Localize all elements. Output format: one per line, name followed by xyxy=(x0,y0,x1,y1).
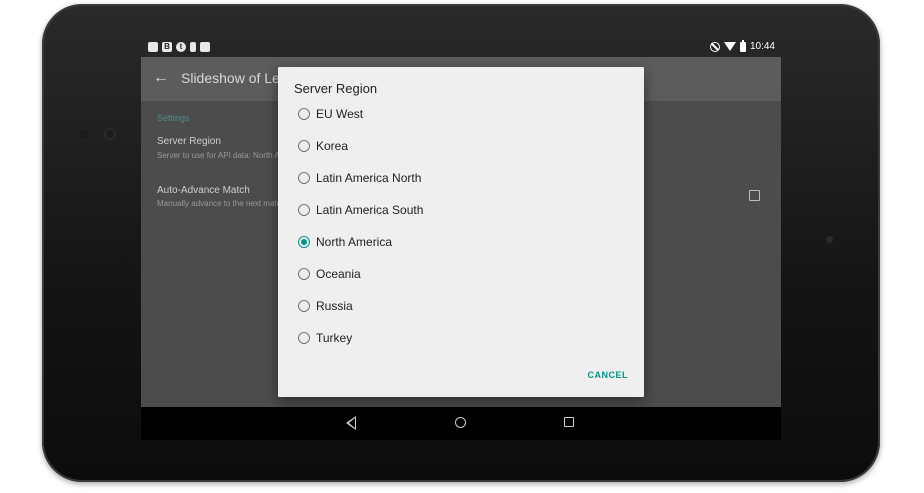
status-system-icons: 10:44 xyxy=(709,39,775,52)
region-option-label: EU West xyxy=(316,107,364,121)
status-notification-icons: B t xyxy=(148,42,210,52)
status-bar: B t 10:44 xyxy=(141,39,781,57)
light-sensor xyxy=(826,236,833,243)
nav-recents-icon[interactable] xyxy=(564,417,574,427)
dialog-title: Server Region xyxy=(294,81,378,96)
radio-button-selected[interactable] xyxy=(298,236,310,248)
server-region-dialog: Server Region EU West Korea Latin Americ… xyxy=(278,67,644,397)
radio-button[interactable] xyxy=(298,108,310,120)
region-option-korea[interactable]: Korea xyxy=(278,131,644,163)
region-option-latin-america-south[interactable]: Latin America South xyxy=(278,195,644,227)
region-option-turkey[interactable]: Turkey xyxy=(278,323,644,355)
region-option-label: Korea xyxy=(316,139,349,153)
radio-button[interactable] xyxy=(298,172,310,184)
front-sensor xyxy=(80,130,88,138)
do-not-disturb-icon xyxy=(709,41,720,52)
region-option-label: Latin America North xyxy=(316,171,422,185)
region-option-label: North America xyxy=(316,235,393,249)
region-option-eu-west[interactable]: EU West xyxy=(278,99,644,131)
region-option-label: Turkey xyxy=(316,331,353,345)
auto-advance-pref-title[interactable]: Auto-Advance Match xyxy=(157,185,250,196)
radio-button[interactable] xyxy=(298,268,310,280)
notification-icon xyxy=(148,42,158,52)
status-time: 10:44 xyxy=(749,41,775,52)
radio-button[interactable] xyxy=(298,300,310,312)
region-option-label: Latin America South xyxy=(316,203,424,217)
region-option-north-america[interactable]: North America xyxy=(278,227,644,259)
radio-button[interactable] xyxy=(298,204,310,216)
region-option-label: Russia xyxy=(316,299,353,313)
photo-icon xyxy=(200,42,210,52)
auto-advance-checkbox[interactable] xyxy=(749,190,760,201)
blogger-icon: B xyxy=(162,42,172,52)
front-camera xyxy=(104,128,116,140)
pin-icon xyxy=(190,42,196,52)
cancel-button[interactable]: CANCEL xyxy=(588,370,629,380)
battery-icon xyxy=(739,39,746,52)
nav-home-icon[interactable] xyxy=(455,417,466,428)
region-option-russia[interactable]: Russia xyxy=(278,291,644,323)
region-option-label: Oceania xyxy=(316,267,361,281)
wifi-icon xyxy=(723,42,736,51)
region-option-latin-america-north[interactable]: Latin America North xyxy=(278,163,644,195)
auto-advance-pref-summary: Manually advance to the next match xyxy=(157,199,286,208)
settings-section-header: Settings xyxy=(157,113,190,123)
tumblr-icon: t xyxy=(176,42,186,52)
radio-button[interactable] xyxy=(298,140,310,152)
nav-back-icon[interactable] xyxy=(346,416,356,430)
server-region-pref-title[interactable]: Server Region xyxy=(157,136,221,147)
region-option-oceania[interactable]: Oceania xyxy=(278,259,644,291)
radio-button[interactable] xyxy=(298,332,310,344)
back-arrow-icon[interactable]: ← xyxy=(153,69,169,87)
navigation-bar xyxy=(141,407,781,440)
